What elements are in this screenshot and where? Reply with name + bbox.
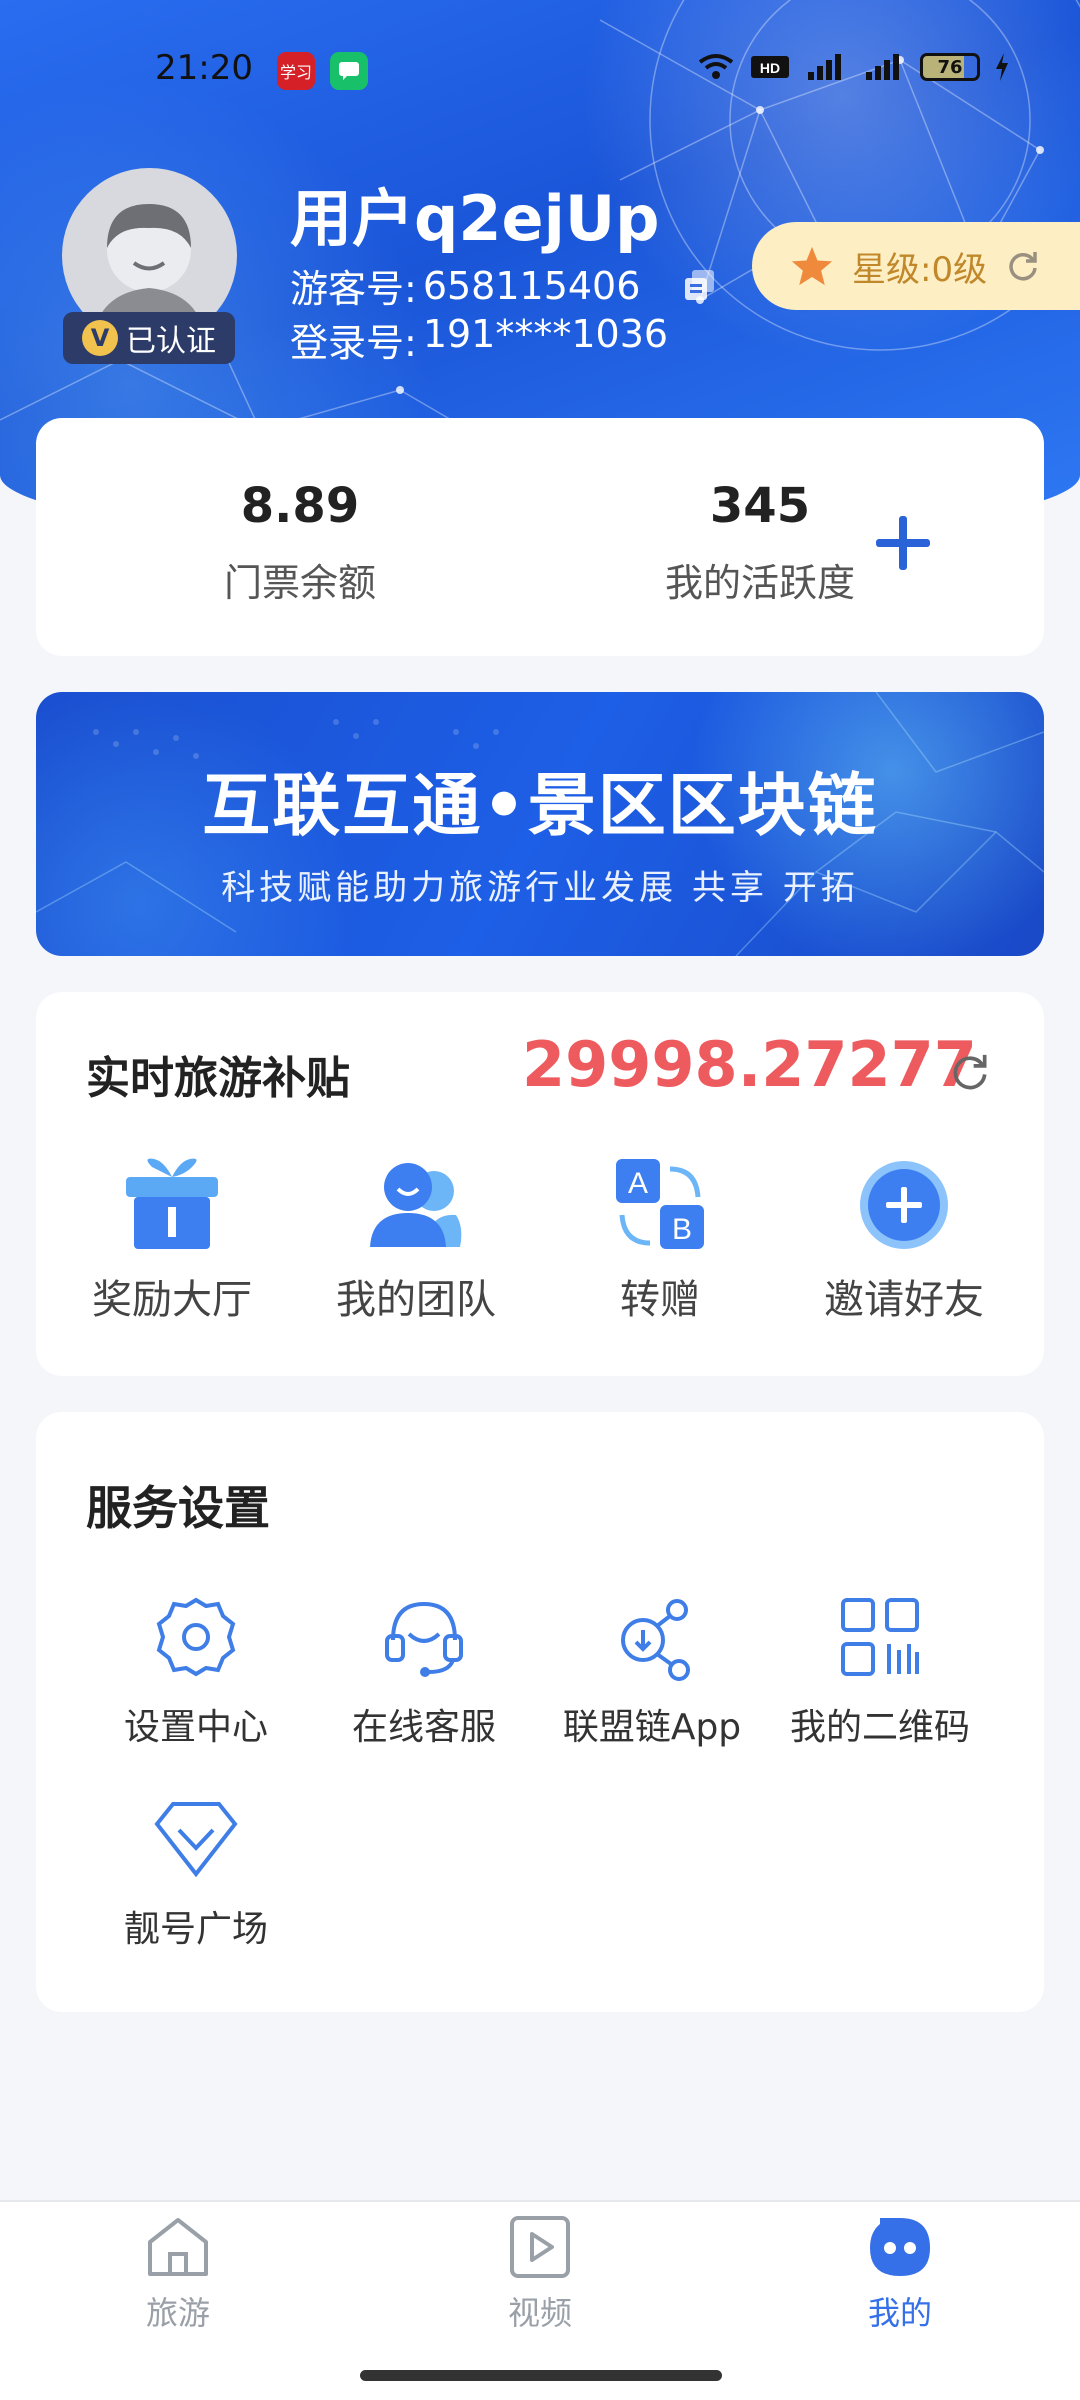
promo-banner[interactable]: 互联互通•景区区块链 科技赋能助力旅游行业发展 共享 开拓	[36, 692, 1044, 956]
subsidy-card: 实时旅游补贴 29998.27277 奖励大厅 我的团队 A B 转赠 邀请好友	[36, 992, 1044, 1376]
invite-plus-icon	[860, 1161, 948, 1249]
star-icon	[791, 246, 833, 286]
login-number-label: 登录号:	[290, 321, 417, 365]
reward-hall-label: 奖励大厅	[92, 1277, 252, 1323]
banner-subtitle: 科技赋能助力旅游行业发展 共享 开拓	[221, 868, 859, 908]
team-icon	[370, 1163, 462, 1247]
nav-tab-travel[interactable]: 旅游	[88, 2214, 268, 2334]
nav-tab-video-label: 视频	[507, 2294, 572, 2332]
my-team-label: 我的团队	[336, 1277, 496, 1323]
copy-icon[interactable]	[682, 268, 718, 304]
svg-text:HD: HD	[760, 60, 780, 76]
svg-text:A: A	[628, 1167, 648, 1200]
chat-notification-icon	[330, 52, 368, 90]
nav-tab-mine[interactable]: 我的	[810, 2214, 990, 2334]
guest-number-label: 游客号:	[290, 267, 417, 311]
verified-v-icon: V	[82, 320, 118, 356]
banner-title: 互联互通•景区区块链	[202, 767, 878, 846]
ticket-balance-value: 8.89	[240, 478, 360, 534]
guest-number-row: 游客号: 658115406	[290, 258, 640, 313]
balance-card: 8.89 门票余额 345 我的活跃度	[36, 418, 1044, 656]
star-level-pill[interactable]: 星级:0级	[752, 222, 1080, 310]
guest-number-value: 658115406	[422, 263, 641, 308]
activity-label: 我的活跃度	[664, 561, 855, 605]
reward-hall-button[interactable]: 奖励大厅	[72, 1157, 272, 1325]
ticket-balance[interactable]: 8.89 门票余额	[150, 478, 450, 607]
login-number-value: 191****1036	[422, 312, 669, 356]
status-time: 21:20	[155, 48, 253, 88]
premium-number-plaza-label: 靓号广场	[123, 1909, 268, 1950]
verified-badge: V 已认证	[63, 312, 235, 364]
service-settings-card: 服务设置 设置中心 在线客服 联盟链App 我的二维码 靓号广场	[36, 1412, 1044, 2012]
headset-icon	[385, 1601, 463, 1677]
online-support-label: 在线客服	[351, 1707, 496, 1748]
charging-icon	[996, 53, 1008, 81]
service-settings-title: 服务设置	[86, 1481, 270, 1535]
username: 用户q2ejUp	[290, 182, 660, 255]
profile-face-icon	[870, 2218, 930, 2276]
study-app-notification-icon: 学习	[277, 52, 315, 90]
wifi-icon	[698, 54, 734, 79]
battery-icon: 76	[920, 53, 980, 81]
share-nodes-icon	[621, 1599, 690, 1681]
alliance-chain-app-label: 联盟链App	[562, 1707, 742, 1748]
subsidy-title: 实时旅游补贴	[86, 1053, 350, 1104]
video-icon	[510, 2216, 570, 2278]
invite-friends-label: 邀请好友	[824, 1277, 984, 1323]
online-support-button[interactable]: 在线客服	[319, 1592, 529, 1750]
activity-stat[interactable]: 345 我的活跃度	[610, 478, 910, 607]
refresh-icon[interactable]	[1005, 248, 1041, 284]
svg-text:B: B	[672, 1213, 692, 1246]
gift-icon	[126, 1158, 218, 1249]
refresh-icon[interactable]	[948, 1050, 992, 1094]
settings-center-button[interactable]: 设置中心	[91, 1592, 301, 1750]
status-bar: 21:20 学习 HD 76	[0, 40, 1080, 104]
transfer-label: 转赠	[620, 1277, 700, 1323]
diamond-icon	[154, 1802, 238, 1878]
transfer-icon: A B	[616, 1159, 704, 1249]
transfer-button[interactable]: A B 转赠	[560, 1157, 760, 1325]
star-level-label: 星级:0级	[852, 249, 988, 290]
my-qr-code-label: 我的二维码	[789, 1707, 970, 1748]
activity-value: 345	[709, 478, 811, 534]
premium-number-plaza-button[interactable]: 靓号广场	[91, 1794, 301, 1952]
home-indicator[interactable]	[360, 2370, 722, 2381]
hd-icon: HD	[751, 56, 789, 78]
verified-label: 已认证	[126, 324, 216, 359]
nav-tab-travel-label: 旅游	[145, 2294, 210, 2332]
signal-4g-icon	[808, 54, 841, 80]
alliance-chain-app-button[interactable]: 联盟链App	[547, 1592, 757, 1750]
my-qr-code-button[interactable]: 我的二维码	[775, 1592, 985, 1750]
nav-tab-video[interactable]: 视频	[450, 2214, 630, 2334]
settings-center-label: 设置中心	[123, 1707, 268, 1748]
ticket-balance-label: 门票余额	[223, 561, 376, 605]
gear-icon	[156, 1597, 236, 1677]
add-icon[interactable]	[868, 508, 938, 578]
qr-code-icon	[841, 1598, 919, 1676]
nav-tab-mine-label: 我的	[867, 2294, 932, 2332]
login-number-row: 登录号: 191****1036	[290, 312, 668, 367]
system-icons: HD 76	[696, 52, 1010, 82]
subsidy-value: 29998.27277	[522, 1028, 977, 1101]
invite-friends-button[interactable]: 邀请好友	[804, 1157, 1004, 1325]
signal-5g-icon	[866, 54, 899, 80]
my-team-button[interactable]: 我的团队	[316, 1157, 516, 1325]
home-icon	[148, 2218, 208, 2276]
